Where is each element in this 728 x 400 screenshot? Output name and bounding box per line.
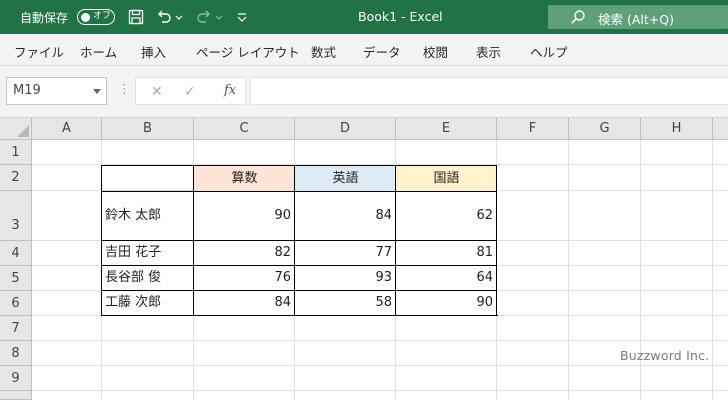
name-cell[interactable]: 工藤 次郎 <box>102 291 193 315</box>
undo-dropdown-icon[interactable] <box>174 8 184 26</box>
header-cell-japanese[interactable]: 国語 <box>396 166 497 191</box>
undo-icon[interactable] <box>155 8 173 26</box>
table-border <box>193 165 194 316</box>
tab-formulas[interactable]: 数式 <box>311 42 336 61</box>
tab-insert[interactable]: 挿入 <box>141 42 166 61</box>
column-header-h[interactable]: H <box>641 118 713 140</box>
cancel-icon[interactable]: ✕ <box>151 84 163 100</box>
tab-review[interactable]: 校閲 <box>423 42 448 61</box>
column-header-b[interactable]: B <box>102 118 194 140</box>
score-cell[interactable]: 64 <box>396 266 496 290</box>
name-cell[interactable]: 吉田 花子 <box>102 241 193 265</box>
column-header-i[interactable] <box>713 118 728 140</box>
row-header-5[interactable]: 5 <box>0 266 32 291</box>
column-header-f[interactable]: F <box>497 118 569 140</box>
column-header-d[interactable]: D <box>295 118 396 140</box>
score-cell[interactable]: 90 <box>194 191 294 240</box>
row-header-9[interactable]: 9 <box>0 366 32 391</box>
name-box-value: M19 <box>13 83 41 98</box>
chevron-down-icon[interactable] <box>93 89 101 94</box>
ribbon-tabs: ファイル ホーム 挿入 ページ レイアウト 数式 データ 校閲 表示 ヘルプ <box>0 34 728 66</box>
score-cell[interactable]: 82 <box>194 241 294 265</box>
row-header-1[interactable]: 1 <box>0 140 32 165</box>
search-box[interactable]: 検索 (Alt+Q) <box>548 5 728 29</box>
autosave-label: 自動保存 <box>20 11 69 25</box>
redo-dropdown-icon[interactable] <box>214 8 224 26</box>
title-bar: 自動保存 オフ Book1 - Excel 検索 (Alt+Q) <box>0 0 728 34</box>
row-header-4[interactable]: 4 <box>0 241 32 266</box>
gridline <box>32 340 728 341</box>
name-cell[interactable]: 鈴木 太郎 <box>102 191 193 240</box>
worksheet-grid[interactable]: A B C D E F G H 1 2 3 4 5 6 7 8 9 算数 英語 … <box>0 118 728 400</box>
select-all-button[interactable] <box>0 118 32 140</box>
table-border <box>101 265 497 266</box>
tab-data[interactable]: データ <box>363 42 401 61</box>
tab-help[interactable]: ヘルプ <box>530 42 568 61</box>
header-cell-math[interactable]: 算数 <box>194 166 295 191</box>
autosave-state: オフ <box>93 11 112 21</box>
row-header-8[interactable]: 8 <box>0 341 32 366</box>
table-border <box>294 165 295 316</box>
row-header-3[interactable]: 3 <box>0 191 32 241</box>
select-all-triangle-icon <box>17 125 29 137</box>
table-border <box>496 165 497 316</box>
tab-page-layout[interactable]: ページ レイアウト <box>196 42 300 61</box>
score-cell[interactable]: 93 <box>295 266 395 290</box>
search-icon <box>571 10 585 24</box>
enter-icon[interactable]: ✓ <box>184 84 196 100</box>
formula-buttons: ✕ ✓ fx <box>135 77 246 105</box>
row-header-10[interactable] <box>0 391 32 400</box>
column-header-a[interactable]: A <box>32 118 102 140</box>
search-label: 検索 (Alt+Q) <box>598 12 674 27</box>
table-border <box>395 165 396 316</box>
window-title: Book1 - Excel <box>358 9 443 24</box>
score-cell[interactable]: 84 <box>194 291 294 315</box>
column-header-c[interactable]: C <box>194 118 295 140</box>
table-border <box>101 240 497 241</box>
autosave-toggle[interactable]: オフ <box>77 9 115 25</box>
watermark-text: Buzzword Inc. <box>620 348 710 363</box>
score-cell[interactable]: 77 <box>295 241 395 265</box>
score-cell[interactable]: 62 <box>396 191 496 240</box>
insert-function-icon[interactable]: fx <box>224 83 236 98</box>
gridline <box>712 140 713 400</box>
tab-view[interactable]: 表示 <box>476 42 501 61</box>
score-cell[interactable]: 58 <box>295 291 395 315</box>
gridline <box>32 390 728 391</box>
toggle-knob <box>81 12 90 22</box>
name-box[interactable]: M19 <box>6 77 107 105</box>
row-header-7[interactable]: 7 <box>0 316 32 341</box>
table-border <box>101 315 498 316</box>
gridline <box>568 140 569 400</box>
header-cell-english[interactable]: 英語 <box>295 166 396 191</box>
tab-home[interactable]: ホーム <box>80 42 117 61</box>
row-header-6[interactable]: 6 <box>0 291 32 316</box>
column-header-g[interactable]: G <box>569 118 641 140</box>
tab-file[interactable]: ファイル <box>14 42 64 61</box>
save-icon[interactable] <box>127 8 145 26</box>
table-border <box>101 165 102 316</box>
formula-bar: M19 ⋮ ✕ ✓ fx <box>0 66 728 118</box>
table-border <box>101 165 497 166</box>
table-border <box>101 290 497 291</box>
score-cell[interactable]: 76 <box>194 266 294 290</box>
more-options-icon[interactable]: ⋮ <box>118 82 131 97</box>
customize-toolbar-icon[interactable] <box>236 8 248 26</box>
row-header-2[interactable]: 2 <box>0 165 32 191</box>
score-cell[interactable]: 90 <box>396 291 496 315</box>
column-header-e[interactable]: E <box>396 118 497 140</box>
name-cell[interactable]: 長谷部 俊 <box>102 266 193 290</box>
redo-icon[interactable] <box>195 8 213 26</box>
gridline <box>32 365 728 366</box>
formula-input[interactable] <box>250 77 728 105</box>
score-cell[interactable]: 84 <box>295 191 395 240</box>
table-border <box>101 191 497 192</box>
score-cell[interactable]: 81 <box>396 241 496 265</box>
